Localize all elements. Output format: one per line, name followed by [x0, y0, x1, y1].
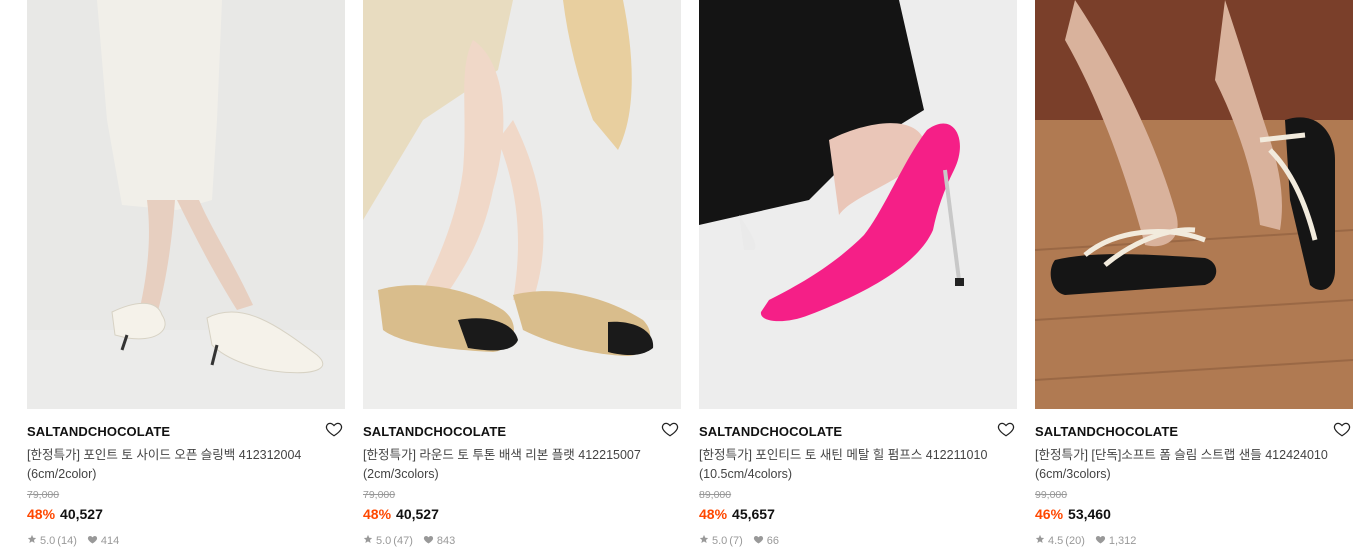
rating-likes: 5.0 (47) 843 — [363, 534, 455, 547]
like-count: 843 — [436, 534, 456, 547]
like-count: 66 — [766, 534, 779, 547]
review-count: (20) — [1065, 534, 1085, 547]
product-name-line1: [한정특가] 포인트 토 사이드 오픈 슬링백 412312004 — [27, 448, 302, 462]
discount-rate: 48% — [699, 506, 728, 522]
star-icon — [699, 534, 709, 547]
product-name-line2: (6cm/2color) — [27, 467, 97, 481]
product-image[interactable] — [699, 0, 1017, 409]
product-name-line1: [한정특가] [단독]소프트 폼 슬림 스트랩 샌들 412424010 — [1035, 448, 1328, 462]
product-name-line2: (2cm/3colors) — [363, 467, 439, 481]
like-heart-icon — [1095, 534, 1106, 547]
rating-likes: 5.0 (14) 414 — [27, 534, 119, 547]
rating-value: 4.5 — [1048, 534, 1064, 547]
sale-price: 40,527 — [60, 506, 103, 522]
heart-icon[interactable] — [661, 420, 679, 438]
product-name[interactable]: [한정특가] 라운드 토 투톤 배색 리본 플랫 412215007 (2cm/… — [363, 446, 663, 484]
sale-price: 53,460 — [1068, 506, 1111, 522]
star-icon — [363, 534, 373, 547]
original-price: 99,000 — [1035, 489, 1068, 501]
rating-value: 5.0 — [376, 534, 392, 547]
product-image[interactable] — [1035, 0, 1353, 409]
price-row: 48% 45,657 — [699, 506, 775, 522]
product-card[interactable]: SALTANDCHOCOLATE [한정특가] 포인트 토 사이드 오픈 슬링백… — [27, 0, 345, 557]
star-icon — [27, 534, 37, 547]
brand-name[interactable]: SALTANDCHOCOLATE — [363, 424, 506, 439]
like-count: 1,312 — [1108, 534, 1137, 547]
brand-name[interactable]: SALTANDCHOCOLATE — [699, 424, 842, 439]
product-card[interactable]: SALTANDCHOCOLATE [한정특가] 포인티드 토 새틴 메탈 힐 펌… — [699, 0, 1017, 557]
original-price: 79,000 — [27, 489, 60, 501]
original-price: 89,000 — [699, 489, 732, 501]
product-grid: SALTANDCHOCOLATE [한정특가] 포인트 토 사이드 오픈 슬링백… — [0, 0, 1366, 557]
price-row: 48% 40,527 — [363, 506, 439, 522]
discount-rate: 48% — [363, 506, 392, 522]
rating-value: 5.0 — [40, 534, 56, 547]
discount-rate: 48% — [27, 506, 56, 522]
review-count: (7) — [729, 534, 743, 547]
rating-likes: 5.0 (7) 66 — [699, 534, 779, 547]
product-card[interactable]: SALTANDCHOCOLATE [한정특가] [단독]소프트 폼 슬림 스트랩… — [1035, 0, 1353, 557]
product-name[interactable]: [한정특가] 포인트 토 사이드 오픈 슬링백 412312004 (6cm/2… — [27, 446, 327, 484]
product-name-line1: [한정특가] 라운드 토 투톤 배색 리본 플랫 412215007 — [363, 448, 641, 462]
product-name-line2: (10.5cm/4colors) — [699, 467, 793, 481]
product-image[interactable] — [363, 0, 681, 409]
brand-name[interactable]: SALTANDCHOCOLATE — [1035, 424, 1178, 439]
discount-rate: 46% — [1035, 506, 1064, 522]
product-name-line1: [한정특가] 포인티드 토 새틴 메탈 힐 펌프스 412211010 — [699, 448, 988, 462]
like-heart-icon — [423, 534, 434, 547]
like-heart-icon — [753, 534, 764, 547]
product-image[interactable] — [27, 0, 345, 409]
rating-value: 5.0 — [712, 534, 728, 547]
price-row: 48% 40,527 — [27, 506, 103, 522]
product-name-line2: (6cm/3colors) — [1035, 467, 1111, 481]
product-name[interactable]: [한정특가] 포인티드 토 새틴 메탈 힐 펌프스 412211010 (10.… — [699, 446, 999, 484]
heart-icon[interactable] — [1333, 420, 1351, 438]
original-price: 79,000 — [363, 489, 396, 501]
product-name[interactable]: [한정특가] [단독]소프트 폼 슬림 스트랩 샌들 412424010 (6c… — [1035, 446, 1335, 484]
price-row: 46% 53,460 — [1035, 506, 1111, 522]
brand-name[interactable]: SALTANDCHOCOLATE — [27, 424, 170, 439]
heart-icon[interactable] — [997, 420, 1015, 438]
review-count: (14) — [57, 534, 77, 547]
like-heart-icon — [87, 534, 98, 547]
rating-likes: 4.5 (20) 1,312 — [1035, 534, 1136, 547]
like-count: 414 — [100, 534, 120, 547]
star-icon — [1035, 534, 1045, 547]
review-count: (47) — [393, 534, 413, 547]
heart-icon[interactable] — [325, 420, 343, 438]
product-card[interactable]: SALTANDCHOCOLATE [한정특가] 라운드 토 투톤 배색 리본 플… — [363, 0, 681, 557]
sale-price: 40,527 — [396, 506, 439, 522]
sale-price: 45,657 — [732, 506, 775, 522]
